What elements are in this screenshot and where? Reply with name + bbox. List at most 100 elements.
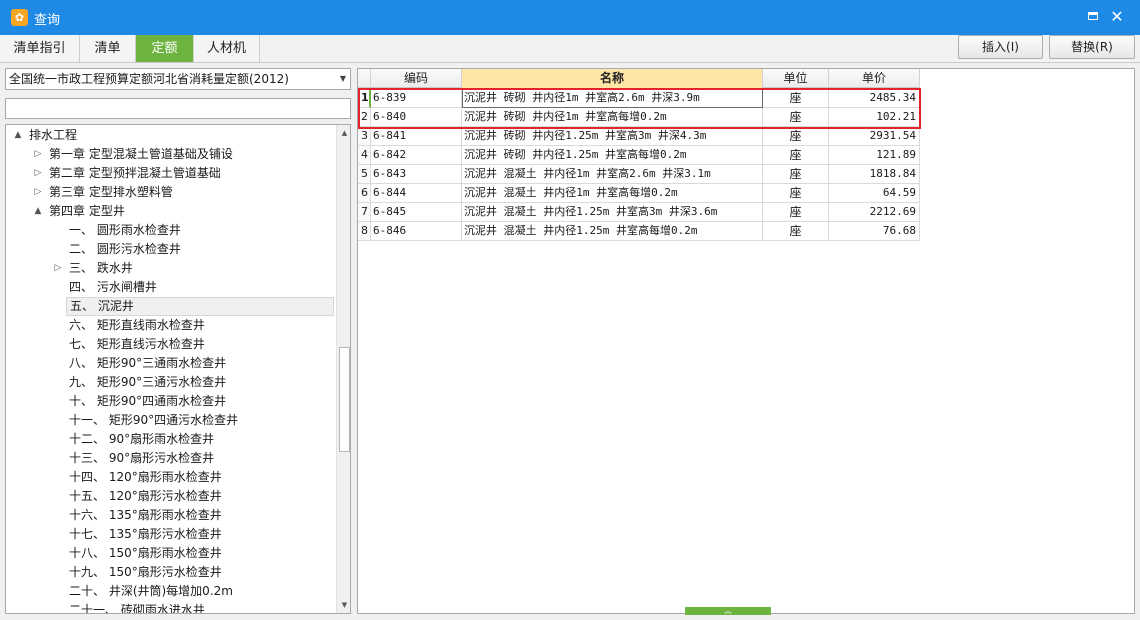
replace-button[interactable]: 替换(R) [1049, 35, 1135, 59]
tree-item[interactable]: 九、 矩形90°三通污水检查井 [66, 373, 226, 392]
tree-item[interactable]: 六、 矩形直线雨水检查井 [66, 316, 205, 335]
tree-item[interactable]: 十五、 120°扇形污水检查井 [66, 487, 222, 506]
tab-labor-material[interactable]: 人材机 [194, 35, 260, 62]
cell-price[interactable]: 2485.34 [829, 89, 920, 108]
row-index[interactable]: 7 [358, 203, 371, 222]
cell-unit[interactable]: 座 [763, 108, 829, 127]
cell-code[interactable]: 6-845 [371, 203, 462, 222]
tree-item[interactable]: ▷ 第三章 定型排水塑料管 [35, 183, 173, 202]
tree-item[interactable]: ▷ 第二章 定型预拌混凝土管道基础 [35, 164, 221, 183]
tree-item-label: 十六、 135°扇形雨水检查井 [69, 508, 222, 522]
cell-code[interactable]: 6-842 [371, 146, 462, 165]
close-button[interactable]: ✕ [1106, 6, 1128, 28]
cell-price[interactable]: 121.89 [829, 146, 920, 165]
header-unit[interactable]: 单位 [763, 69, 829, 88]
tree-item[interactable]: 十八、 150°扇形雨水检查井 [66, 544, 222, 563]
cell-price[interactable]: 2212.69 [829, 203, 920, 222]
tree-item[interactable]: 四、 污水闸槽井 [66, 278, 157, 297]
table-row[interactable]: 4 6-842 沉泥井 砖砌 井内径1.25m 井室高每增0.2m 座 121.89 [358, 146, 920, 165]
cell-price[interactable]: 64.59 [829, 184, 920, 203]
cell-unit[interactable]: 座 [763, 203, 829, 222]
table-row[interactable]: 7 6-845 沉泥井 混凝土 井内径1.25m 井室高3m 井深3.6m 座 2212… [358, 203, 920, 222]
row-index[interactable]: 5 [358, 165, 371, 184]
expand-arrow-icon[interactable]: ▷ [32, 183, 44, 202]
table-row[interactable]: 8 6-846 沉泥井 混凝土 井内径1.25m 井室高每增0.2m 座 76.68 [358, 222, 920, 241]
tree-item[interactable]: 二十一、 砖砌雨水进水井 [66, 601, 205, 613]
cell-name[interactable]: 沉泥井 砖砌 井内径1.25m 井室高3m 井深4.3m [462, 127, 763, 146]
tree-item[interactable]: 十六、 135°扇形雨水检查井 [66, 506, 222, 525]
table-row[interactable]: 6 6-844 沉泥井 混凝土 井内径1m 井室高每增0.2m 座 64.59 [358, 184, 920, 203]
cell-price[interactable]: 76.68 [829, 222, 920, 241]
collapse-arrow-icon[interactable]: ▲ [32, 202, 44, 221]
row-index[interactable]: 3 [358, 127, 371, 146]
cell-code[interactable]: 6-844 [371, 184, 462, 203]
cell-unit[interactable]: 座 [763, 184, 829, 203]
tree-item[interactable]: 五、 沉泥井 [66, 297, 334, 316]
table-row[interactable]: 1 6-839 沉泥井 砖砌 井内径1m 井室高2.6m 井深3.9m 座 2485.3… [358, 89, 920, 108]
tree-item[interactable]: 一、 圆形雨水检查井 [66, 221, 181, 240]
tab-list-guide[interactable]: 清单指引 [0, 35, 80, 62]
maximize-button[interactable] [1082, 6, 1104, 28]
scroll-up-icon[interactable]: ▲ [337, 126, 350, 140]
tree-item[interactable]: ▷ 第一章 定型混凝土管道基础及铺设 [35, 145, 233, 164]
collapse-arrow-icon[interactable]: ▲ [12, 126, 24, 145]
tree-item[interactable]: ▲ 第四章 定型井 [35, 202, 125, 221]
cell-code[interactable]: 6-846 [371, 222, 462, 241]
tree-item[interactable]: 二、 圆形污水检查井 [66, 240, 181, 259]
scroll-thumb[interactable] [339, 347, 350, 452]
tree-item[interactable]: 八、 矩形90°三通雨水检查井 [66, 354, 226, 373]
tree-item[interactable]: 二十、 井深(井筒)每增加0.2m [66, 582, 233, 601]
tree-item[interactable]: 十、 矩形90°四通雨水检查井 [66, 392, 226, 411]
cell-name[interactable]: 沉泥井 砖砌 井内径1m 井室高每增0.2m [462, 108, 763, 127]
header-name[interactable]: 名称 [462, 69, 763, 88]
cell-name[interactable]: 沉泥井 砖砌 井内径1.25m 井室高每增0.2m [462, 146, 763, 165]
cell-unit[interactable]: 座 [763, 127, 829, 146]
cell-unit[interactable]: 座 [763, 89, 829, 108]
tree-item[interactable]: ▷ 三、 跌水井 [55, 259, 133, 278]
panel-collapse-handle[interactable]: ︽ [685, 607, 771, 615]
cell-code[interactable]: 6-839 [371, 89, 462, 108]
insert-button[interactable]: 插入(I) [958, 35, 1043, 59]
table-row[interactable]: 3 6-841 沉泥井 砖砌 井内径1.25m 井室高3m 井深4.3m 座 2931.… [358, 127, 920, 146]
row-index[interactable]: 8 [358, 222, 371, 241]
cell-price[interactable]: 1818.84 [829, 165, 920, 184]
cell-name[interactable]: 沉泥井 砖砌 井内径1m 井室高2.6m 井深3.9m [462, 89, 763, 108]
row-index[interactable]: 2 [358, 108, 371, 127]
tab-quota[interactable]: 定额 [136, 35, 194, 62]
cell-unit[interactable]: 座 [763, 165, 829, 184]
cell-price[interactable]: 2931.54 [829, 127, 920, 146]
cell-unit[interactable]: 座 [763, 146, 829, 165]
expand-arrow-icon[interactable]: ▷ [32, 164, 44, 183]
table-row[interactable]: 2 6-840 沉泥井 砖砌 井内径1m 井室高每增0.2m 座 102.21 [358, 108, 920, 127]
cell-name[interactable]: 沉泥井 混凝土 井内径1m 井室高2.6m 井深3.1m [462, 165, 763, 184]
cell-code[interactable]: 6-843 [371, 165, 462, 184]
tree-item[interactable]: ▲ 排水工程 [15, 126, 77, 145]
cell-unit[interactable]: 座 [763, 222, 829, 241]
header-price[interactable]: 单价 [829, 69, 920, 88]
tab-list[interactable]: 清单 [80, 35, 136, 62]
cell-code[interactable]: 6-841 [371, 127, 462, 146]
tree-item[interactable]: 十九、 150°扇形污水检查井 [66, 563, 222, 582]
tree-item[interactable]: 十七、 135°扇形污水检查井 [66, 525, 222, 544]
expand-arrow-icon[interactable]: ▷ [52, 259, 64, 278]
cell-name[interactable]: 沉泥井 混凝土 井内径1.25m 井室高每增0.2m [462, 222, 763, 241]
row-index[interactable]: 6 [358, 184, 371, 203]
scroll-down-icon[interactable]: ▼ [337, 598, 350, 612]
cell-name[interactable]: 沉泥井 混凝土 井内径1.25m 井室高3m 井深3.6m [462, 203, 763, 222]
tree-scrollbar[interactable]: ▲ ▼ [336, 125, 350, 613]
header-code[interactable]: 编码 [371, 69, 462, 88]
row-index[interactable]: 1 [358, 89, 371, 108]
quota-library-select[interactable]: 全国统一市政工程预算定额河北省消耗量定额(2012) ▼ [5, 68, 351, 90]
cell-price[interactable]: 102.21 [829, 108, 920, 127]
expand-arrow-icon[interactable]: ▷ [32, 145, 44, 164]
cell-code[interactable]: 6-840 [371, 108, 462, 127]
tree-item[interactable]: 十四、 120°扇形雨水检查井 [66, 468, 222, 487]
cell-name[interactable]: 沉泥井 混凝土 井内径1m 井室高每增0.2m [462, 184, 763, 203]
tree-item[interactable]: 七、 矩形直线污水检查井 [66, 335, 205, 354]
table-row[interactable]: 5 6-843 沉泥井 混凝土 井内径1m 井室高2.6m 井深3.1m 座 1818.… [358, 165, 920, 184]
tree-item[interactable]: 十一、 矩形90°四通污水检查井 [66, 411, 238, 430]
row-index[interactable]: 4 [358, 146, 371, 165]
tree-item[interactable]: 十三、 90°扇形污水检查井 [66, 449, 214, 468]
tree-item[interactable]: 十二、 90°扇形雨水检查井 [66, 430, 214, 449]
search-input[interactable] [5, 98, 351, 119]
